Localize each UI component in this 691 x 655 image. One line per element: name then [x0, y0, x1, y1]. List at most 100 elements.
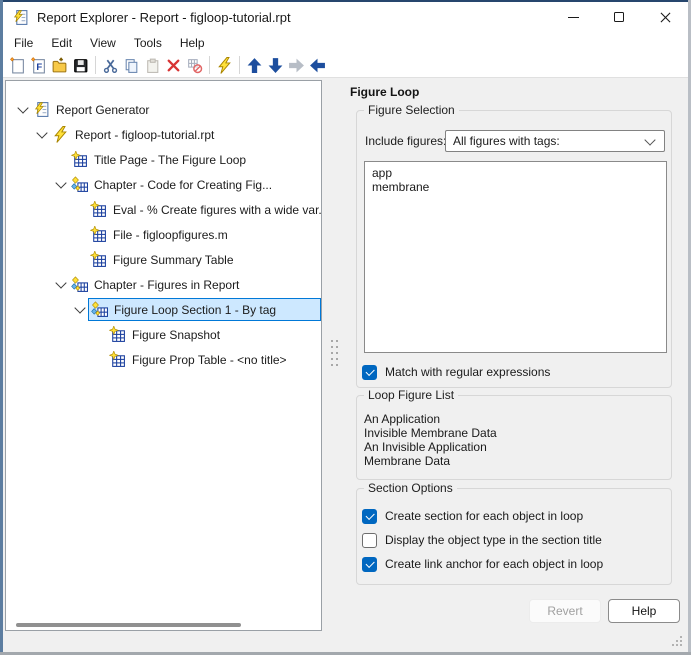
- revert-button[interactable]: Revert: [529, 599, 601, 623]
- move-right-button[interactable]: [286, 54, 307, 76]
- tree-item[interactable]: Report - figloop-tutorial.rpt: [6, 122, 321, 147]
- table-icon: [90, 251, 107, 268]
- properties-panel: Figure Loop Figure Selection Include fig…: [340, 80, 686, 650]
- paste-icon: [144, 57, 161, 74]
- delete-button[interactable]: [163, 54, 184, 76]
- tree-item-content: Report Generator: [31, 98, 321, 121]
- table-icon: [90, 201, 107, 218]
- chapter-icon: [71, 276, 88, 293]
- loop-figure-item: Invisible Membrane Data: [364, 426, 497, 440]
- help-button[interactable]: Help: [608, 599, 680, 623]
- copy-button[interactable]: [121, 54, 142, 76]
- maximize-button[interactable]: [596, 2, 642, 32]
- section-option-label: Create link anchor for each object in lo…: [385, 557, 603, 571]
- loop-figure-list-group: Loop Figure List An ApplicationInvisible…: [356, 395, 672, 480]
- tree-item[interactable]: Figure Prop Table - <no title>: [6, 347, 321, 372]
- resize-grip[interactable]: [672, 636, 684, 648]
- tree: Report Generator Report - figloop-tutoria…: [6, 81, 321, 372]
- arrow-left-icon: [309, 57, 326, 74]
- table-icon: [71, 151, 88, 168]
- expand-chevron-icon[interactable]: [71, 301, 88, 318]
- expand-chevron-icon[interactable]: [33, 126, 50, 143]
- tree-item[interactable]: Report Generator: [6, 97, 321, 122]
- section-option-row: Display the object type in the section t…: [362, 531, 602, 549]
- section-options-group: Section Options Create section for each …: [356, 488, 672, 585]
- section-option-row: Create section for each object in loop: [362, 507, 583, 525]
- tree-chevron-spacer: [90, 326, 107, 343]
- copy-icon: [123, 57, 140, 74]
- minimize-icon: [568, 17, 579, 18]
- tree-item[interactable]: Figure Snapshot: [6, 322, 321, 347]
- toolbar-separator: [95, 56, 96, 74]
- open-report-button[interactable]: [49, 54, 70, 76]
- paste-button[interactable]: [142, 54, 163, 76]
- new-form-icon: [30, 57, 47, 74]
- window-border-left: [0, 0, 3, 655]
- tree-item-label: Figure Loop Section 1 - By tag: [114, 303, 276, 317]
- regex-checkbox-label: Match with regular expressions: [385, 365, 550, 379]
- tree-horizontal-scrollbar[interactable]: [16, 623, 241, 627]
- menu-view[interactable]: View: [81, 34, 125, 52]
- menu-tools[interactable]: Tools: [125, 34, 171, 52]
- close-button[interactable]: [642, 2, 688, 32]
- report-explorer-window: Report Explorer - Report - figloop-tutor…: [0, 0, 691, 655]
- tree-chevron-spacer: [90, 351, 107, 368]
- section-option-label: Create section for each object in loop: [385, 509, 583, 523]
- include-figures-select[interactable]: All figures with tags:: [445, 130, 665, 152]
- table-icon: [109, 351, 126, 368]
- tree-item-label: Chapter - Figures in Report: [94, 278, 239, 292]
- tree-item[interactable]: Figure Loop Section 1 - By tag: [6, 297, 321, 322]
- include-figures-value: All figures with tags:: [446, 134, 646, 148]
- tree-item-content: Report - figloop-tutorial.rpt: [50, 123, 321, 146]
- cut-button[interactable]: [100, 54, 121, 76]
- new-form-template-button[interactable]: [28, 54, 49, 76]
- tree-item-label: Eval - % Create figures with a wide var.…: [113, 203, 322, 217]
- chevron-down-icon: [644, 134, 655, 145]
- regex-checkbox-row: Match with regular expressions: [362, 363, 550, 381]
- arrow-down-icon: [267, 57, 284, 74]
- tree-chevron-spacer: [71, 226, 88, 243]
- close-icon: [660, 12, 671, 23]
- loop-figure-item: An Invisible Application: [364, 440, 497, 454]
- tree-item-label: Report - figloop-tutorial.rpt: [75, 128, 214, 142]
- tree-chevron-spacer: [71, 251, 88, 268]
- expand-chevron-icon[interactable]: [52, 176, 69, 193]
- content-area: Report Generator Report - figloop-tutoria…: [3, 78, 688, 652]
- section-option-row: Create link anchor for each object in lo…: [362, 555, 603, 573]
- regex-checkbox[interactable]: [362, 365, 377, 380]
- new-report-button[interactable]: [7, 54, 28, 76]
- menu-file[interactable]: File: [5, 34, 42, 52]
- move-down-button[interactable]: [265, 54, 286, 76]
- tree-item[interactable]: Title Page - The Figure Loop: [6, 147, 321, 172]
- expand-chevron-icon[interactable]: [52, 276, 69, 293]
- tree-item[interactable]: Eval - % Create figures with a wide var.…: [6, 197, 321, 222]
- tree-item[interactable]: File - figloopfigures.m: [6, 222, 321, 247]
- menu-help[interactable]: Help: [171, 34, 214, 52]
- tags-textarea[interactable]: appmembrane: [364, 161, 667, 353]
- expand-chevron-icon[interactable]: [14, 101, 31, 118]
- window-border-top: [0, 0, 691, 2]
- tree-item-content: File - figloopfigures.m: [88, 223, 321, 246]
- section-option-checkbox[interactable]: [362, 533, 377, 548]
- maximize-icon: [614, 12, 624, 22]
- move-up-button[interactable]: [244, 54, 265, 76]
- section-option-checkbox[interactable]: [362, 509, 377, 524]
- move-left-button[interactable]: [307, 54, 328, 76]
- doc-bolt-icon: [33, 101, 50, 118]
- section-option-checkbox[interactable]: [362, 557, 377, 572]
- new-report-icon: [9, 57, 26, 74]
- minimize-button[interactable]: [550, 2, 596, 32]
- outline-tree-panel: Report Generator Report - figloop-tutoria…: [5, 80, 322, 631]
- toolbar: [3, 53, 691, 78]
- tree-item[interactable]: Chapter - Figures in Report: [6, 272, 321, 297]
- table-icon: [90, 226, 107, 243]
- delete-component-button[interactable]: [184, 54, 205, 76]
- run-report-button[interactable]: [214, 54, 235, 76]
- delete-icon: [165, 57, 182, 74]
- menu-edit[interactable]: Edit: [42, 34, 81, 52]
- tree-item[interactable]: Chapter - Code for Creating Fig...: [6, 172, 321, 197]
- toolbar-separator: [239, 56, 240, 74]
- tree-item[interactable]: Figure Summary Table: [6, 247, 321, 272]
- save-report-button[interactable]: [70, 54, 91, 76]
- tree-item-label: Title Page - The Figure Loop: [94, 153, 246, 167]
